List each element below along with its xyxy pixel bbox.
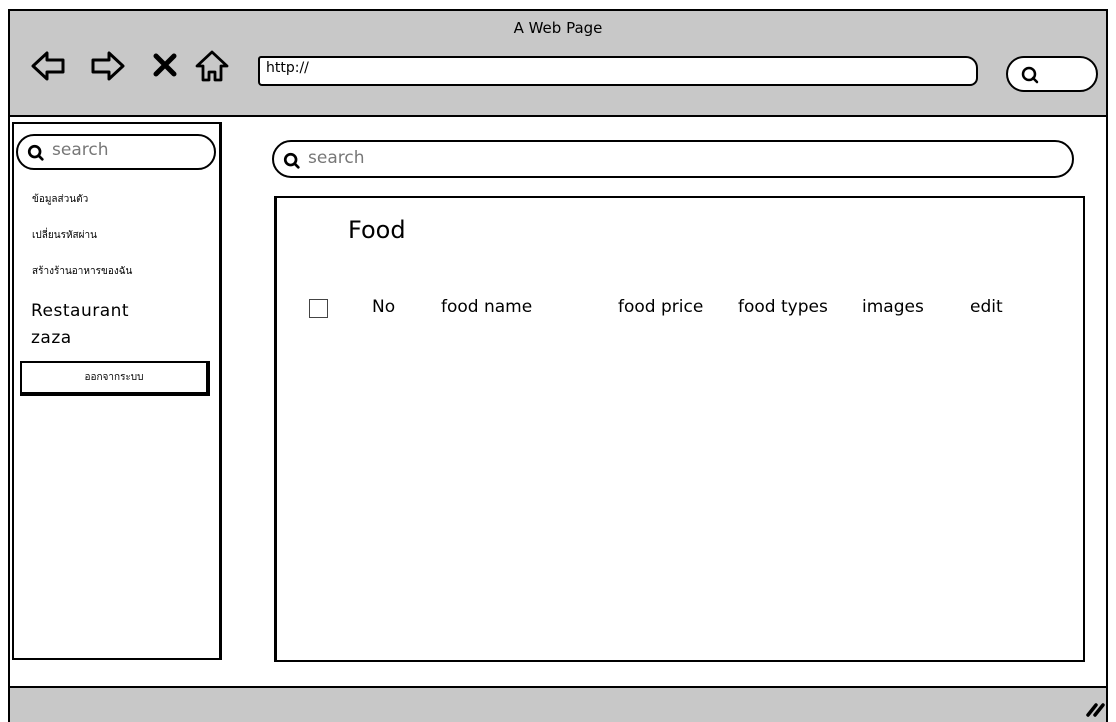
column-header-food-name: food name bbox=[441, 297, 533, 317]
food-panel bbox=[274, 196, 1085, 662]
restaurant-label: Restaurant bbox=[31, 301, 130, 321]
select-all-checkbox[interactable] bbox=[309, 299, 328, 318]
resize-handle-icon[interactable] bbox=[1082, 693, 1108, 719]
forward-arrow-icon[interactable] bbox=[90, 48, 126, 84]
sidebar-item-create-restaurant[interactable]: สร้างร้านอาหารของฉัน bbox=[32, 264, 132, 279]
logout-button[interactable]: ออกจากระบบ bbox=[20, 361, 210, 396]
main-search-input[interactable]: search bbox=[272, 140, 1074, 178]
sidebar-item-profile[interactable]: ข้อมูลส่วนตัว bbox=[32, 192, 88, 207]
main-search-placeholder: search bbox=[308, 148, 365, 168]
sidebar-search-placeholder: search bbox=[52, 140, 109, 160]
column-header-food-types: food types bbox=[738, 297, 828, 317]
browser-search-button[interactable] bbox=[1006, 56, 1098, 92]
search-icon bbox=[27, 144, 44, 161]
back-arrow-icon[interactable] bbox=[30, 48, 66, 84]
home-icon[interactable] bbox=[194, 48, 230, 84]
window-title: A Web Page bbox=[513, 19, 603, 37]
column-header-images: images bbox=[862, 297, 924, 317]
url-input[interactable]: http:// bbox=[258, 56, 978, 86]
search-icon bbox=[1021, 66, 1039, 84]
sidebar-search-input[interactable]: search bbox=[16, 134, 216, 170]
column-header-food-price: food price bbox=[618, 297, 704, 317]
page-title: Food bbox=[348, 216, 406, 244]
search-icon bbox=[283, 152, 300, 169]
close-icon[interactable] bbox=[150, 50, 180, 80]
column-header-edit: edit bbox=[970, 297, 1003, 317]
column-header-no: No bbox=[372, 297, 396, 317]
restaurant-name: zaza bbox=[31, 328, 72, 348]
status-bar bbox=[10, 686, 1106, 722]
sidebar-item-change-password[interactable]: เปลี่ยนรหัสผ่าน bbox=[32, 228, 97, 243]
restaurant-info: Restaurant zaza bbox=[31, 298, 129, 352]
